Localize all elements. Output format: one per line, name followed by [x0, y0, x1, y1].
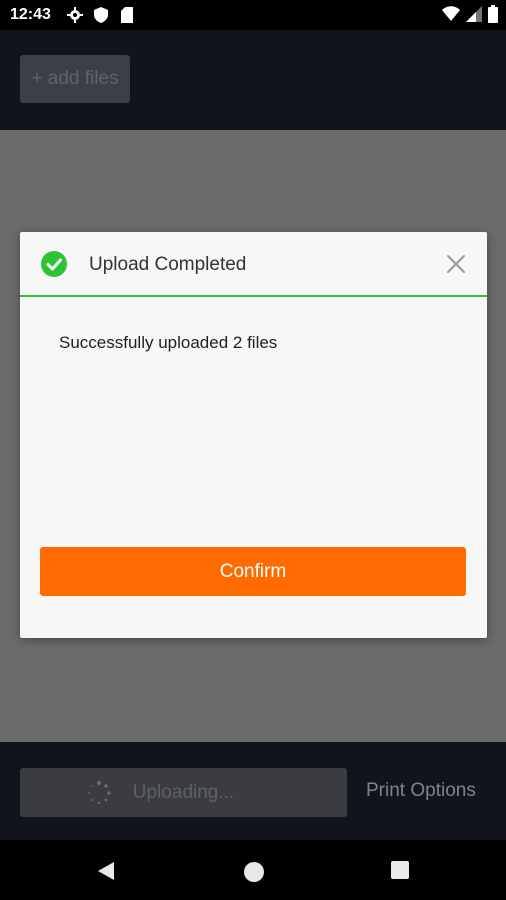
- close-icon[interactable]: [446, 254, 466, 274]
- print-options-button[interactable]: Print Options: [366, 780, 476, 802]
- add-files-button[interactable]: + add files: [20, 55, 130, 103]
- recents-icon[interactable]: [390, 860, 410, 880]
- dialog-title: Upload Completed: [89, 254, 247, 275]
- home-icon[interactable]: [242, 860, 266, 884]
- gear-icon: [65, 5, 85, 25]
- check-circle-icon: [41, 251, 67, 277]
- shield-icon: [91, 5, 111, 25]
- spinner-icon: [88, 781, 111, 805]
- battery-icon: [488, 5, 498, 28]
- uploading-label: Uploading...: [132, 781, 235, 803]
- status-time: 12:43: [10, 6, 51, 23]
- sd-card-icon: [117, 5, 137, 25]
- dialog-header: Upload Completed: [20, 232, 487, 297]
- confirm-button[interactable]: Confirm: [40, 547, 466, 596]
- upload-completed-dialog: Upload Completed Successfully uploaded 2…: [20, 232, 487, 638]
- wifi-icon: [442, 6, 460, 27]
- uploading-button[interactable]: Uploading...: [20, 768, 347, 817]
- dialog-message: Successfully uploaded 2 files: [59, 333, 278, 352]
- back-icon[interactable]: [96, 860, 116, 882]
- status-bar: 12:43: [0, 0, 506, 30]
- signal-icon: [466, 6, 482, 27]
- navigation-bar: [0, 840, 506, 900]
